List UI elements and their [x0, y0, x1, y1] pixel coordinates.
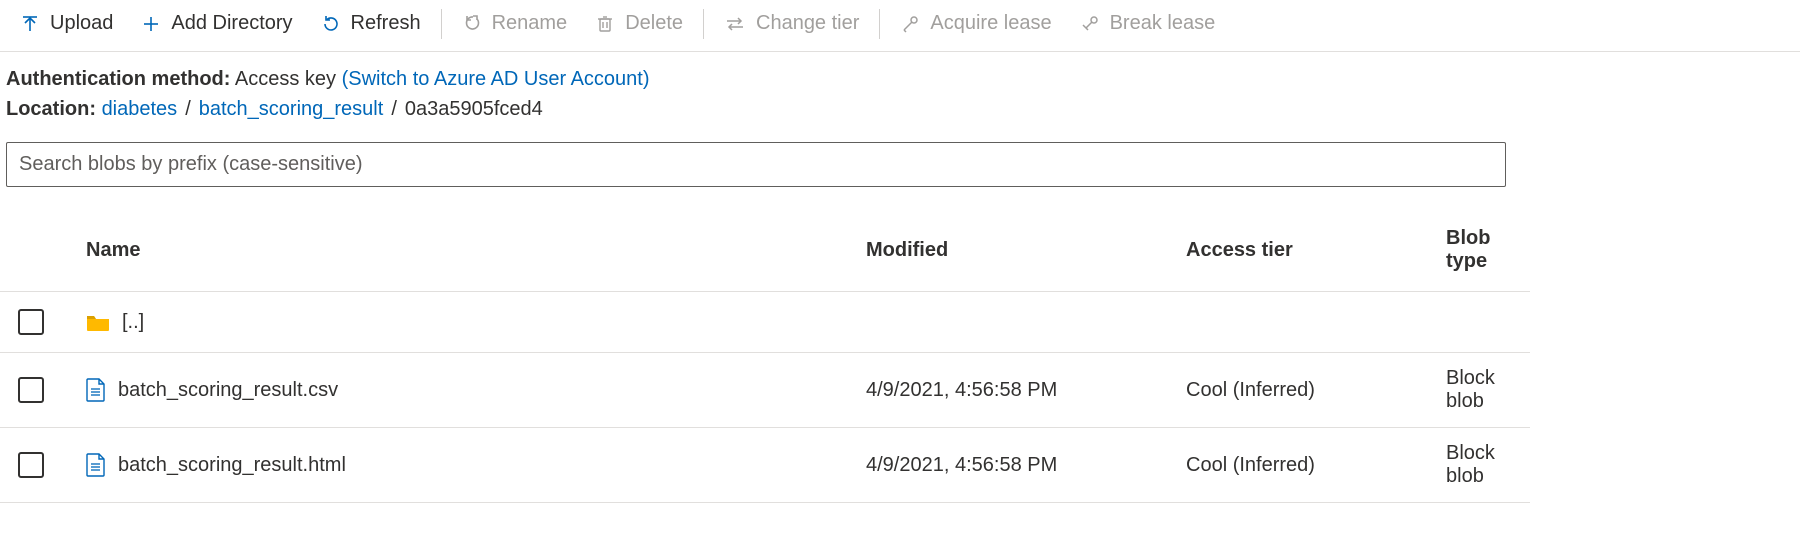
break-lease-icon [1080, 14, 1100, 34]
add-directory-label: Add Directory [171, 12, 292, 35]
row-modified: 4/9/2021, 4:56:58 PM [856, 353, 1176, 428]
col-check-header [0, 215, 76, 292]
auth-switch-link[interactable]: (Switch to Azure AD User Account) [342, 68, 650, 90]
rename-icon [462, 14, 482, 34]
file-icon [86, 378, 106, 402]
breadcrumb-segment[interactable]: batch_scoring_result [199, 94, 384, 124]
location-row: Location: diabetes / batch_scoring_resul… [6, 94, 1794, 124]
change-tier-icon [724, 14, 746, 34]
upload-button[interactable]: Upload [6, 6, 127, 41]
add-directory-button[interactable]: Add Directory [127, 6, 306, 41]
auth-value: Access key [235, 68, 336, 90]
breadcrumb-sep: / [391, 94, 397, 124]
rename-button: Rename [448, 6, 582, 41]
acquire-lease-label: Acquire lease [930, 12, 1051, 35]
rename-label: Rename [492, 12, 568, 35]
row-name: batch_scoring_result.html [118, 454, 346, 477]
auth-label: Authentication method: [6, 68, 230, 90]
acquire-lease-button: Acquire lease [886, 6, 1065, 41]
row-access-tier [1176, 292, 1436, 353]
row-checkbox[interactable] [18, 309, 44, 335]
upload-label: Upload [50, 12, 113, 35]
delete-label: Delete [625, 12, 683, 35]
file-icon [86, 453, 106, 477]
refresh-label: Refresh [351, 12, 421, 35]
row-name: batch_scoring_result.csv [118, 379, 338, 402]
break-lease-label: Break lease [1110, 12, 1216, 35]
breadcrumb-sep: / [185, 94, 191, 124]
col-type-header[interactable]: Blob type [1436, 215, 1530, 292]
search-input[interactable] [6, 142, 1506, 187]
row-blob-type [1436, 292, 1530, 353]
col-tier-header[interactable]: Access tier [1176, 215, 1436, 292]
row-checkbox[interactable] [18, 377, 44, 403]
change-tier-button: Change tier [710, 6, 873, 41]
row-blob-type: Block blob [1436, 353, 1530, 428]
meta-block: Authentication method: Access key (Switc… [0, 52, 1800, 128]
col-name-header[interactable]: Name [76, 215, 856, 292]
row-modified: 4/9/2021, 4:56:58 PM [856, 428, 1176, 503]
table-row[interactable]: batch_scoring_result.html 4/9/2021, 4:56… [0, 428, 1530, 503]
refresh-button[interactable]: Refresh [307, 6, 435, 41]
breadcrumb-current: 0a3a5905fced4 [405, 94, 543, 124]
search-wrap [0, 128, 1800, 197]
row-access-tier: Cool (Inferred) [1176, 428, 1436, 503]
trash-icon [595, 14, 615, 34]
row-checkbox[interactable] [18, 452, 44, 478]
row-name: [..] [122, 311, 144, 334]
row-modified [856, 292, 1176, 353]
auth-row: Authentication method: Access key (Switc… [6, 64, 1794, 94]
toolbar-separator [703, 9, 704, 39]
table-row[interactable]: batch_scoring_result.csv 4/9/2021, 4:56:… [0, 353, 1530, 428]
row-access-tier: Cool (Inferred) [1176, 353, 1436, 428]
location-label: Location: [6, 94, 96, 124]
table-row[interactable]: [..] [0, 292, 1530, 353]
toolbar-separator [879, 9, 880, 39]
row-blob-type: Block blob [1436, 428, 1530, 503]
refresh-icon [321, 14, 341, 34]
delete-button: Delete [581, 6, 697, 41]
folder-icon [86, 312, 110, 332]
breadcrumb-segment[interactable]: diabetes [102, 94, 178, 124]
plus-icon [141, 14, 161, 34]
break-lease-button: Break lease [1066, 6, 1230, 41]
table-header-row: Name Modified Access tier Blob type [0, 215, 1530, 292]
change-tier-label: Change tier [756, 12, 859, 35]
toolbar-separator [441, 9, 442, 39]
acquire-lease-icon [900, 14, 920, 34]
col-modified-header[interactable]: Modified [856, 215, 1176, 292]
blob-table: Name Modified Access tier Blob type [..] [0, 215, 1530, 503]
toolbar: Upload Add Directory Refresh [0, 0, 1800, 52]
upload-icon [20, 14, 40, 34]
